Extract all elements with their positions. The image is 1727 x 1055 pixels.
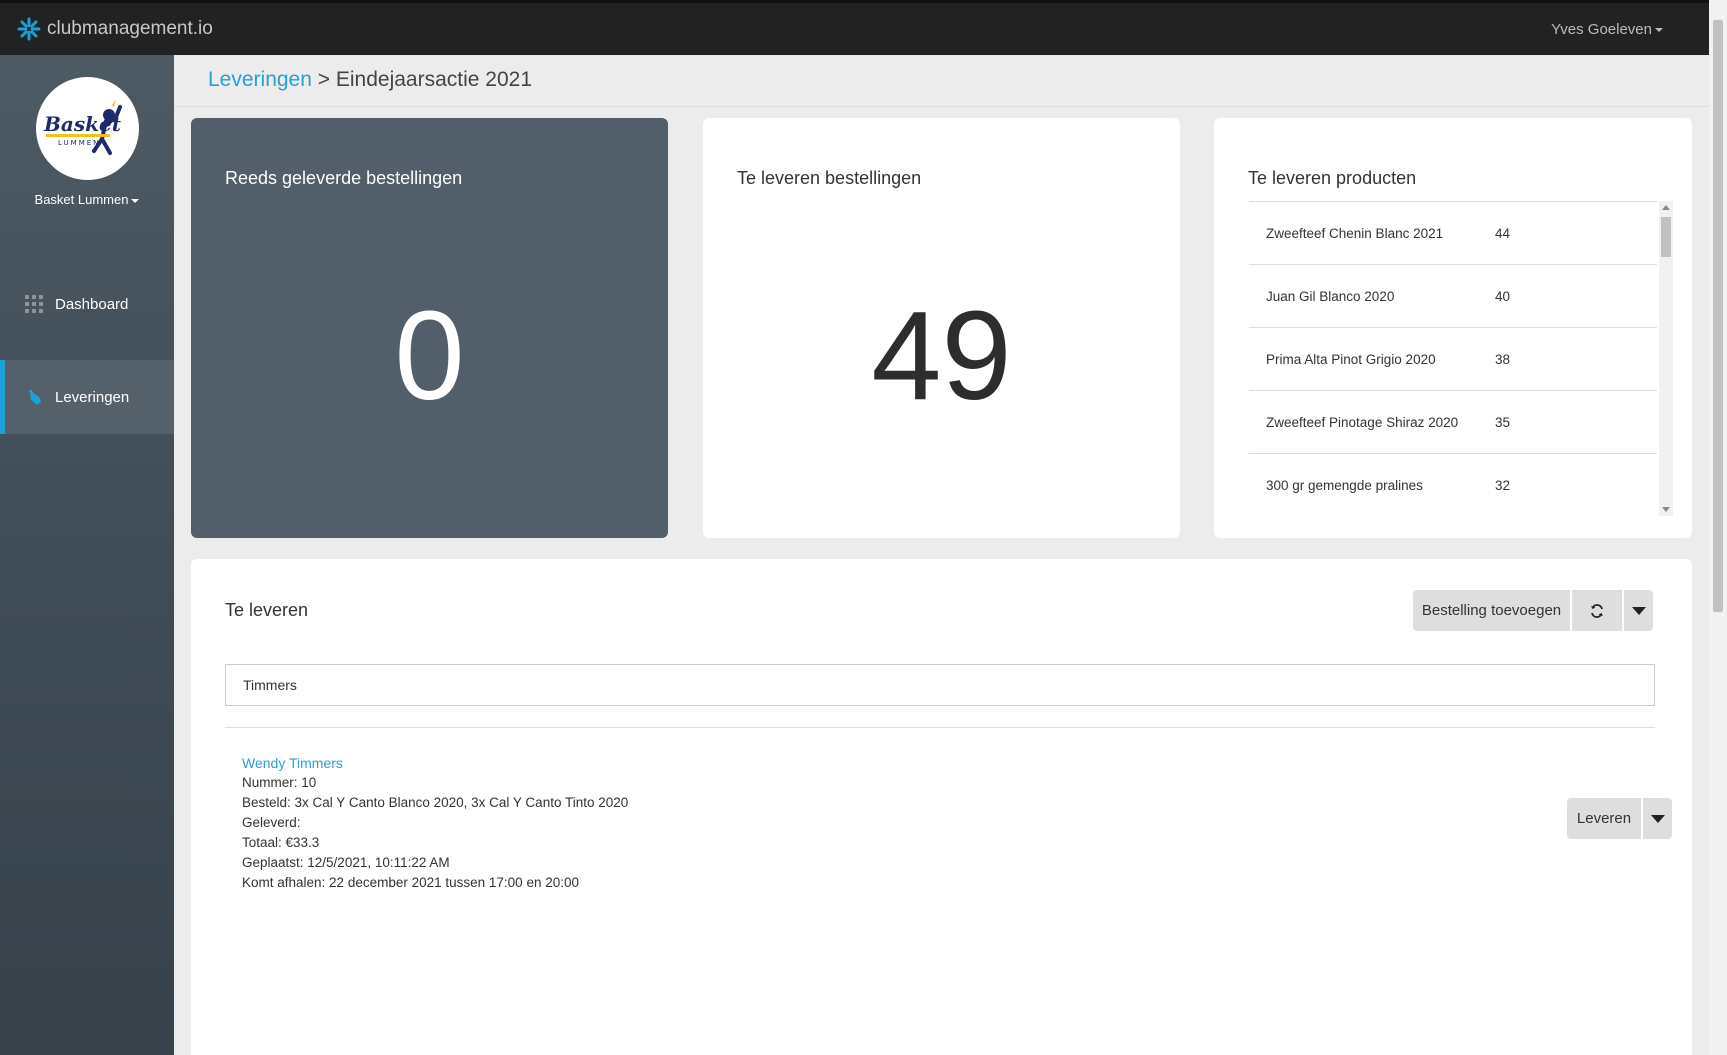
list-item: Zweefteef Pinotage Shiraz 2020 35 <box>1249 391 1657 454</box>
order-delivered: Geleverd: <box>242 815 301 830</box>
pending-orders-count: 49 <box>871 285 1012 426</box>
product-name: Prima Alta Pinot Grigio 2020 <box>1266 351 1436 367</box>
user-name: Yves Goeleven <box>1551 21 1652 38</box>
product-qty: 40 <box>1495 288 1511 304</box>
club-logo-image: Basket LUMMEN <box>43 99 122 155</box>
card-title: Te leveren bestellingen <box>737 168 922 188</box>
order-items: Besteld: 3x Cal Y Canto Blanco 2020, 3x … <box>242 795 629 810</box>
scroll-up-icon[interactable] <box>1662 205 1670 210</box>
chevron-down-icon <box>1631 606 1646 615</box>
product-name: Zweefteef Chenin Blanc 2021 <box>1266 225 1444 241</box>
list-divider <box>225 727 1655 728</box>
sidebar-item-leveringen[interactable]: Leveringen <box>0 360 174 434</box>
order-pickup: Komt afhalen: 22 december 2021 tussen 17… <box>242 875 579 890</box>
header-divider <box>174 106 1709 107</box>
list-item: Zweefteef Chenin Blanc 2021 44 <box>1249 202 1657 265</box>
deliver-button[interactable]: Leveren <box>1567 798 1641 839</box>
scroll-thumb[interactable] <box>1713 20 1723 612</box>
scroll-down-icon[interactable] <box>1662 507 1670 512</box>
brand[interactable]: clubmanagement.io <box>17 17 213 41</box>
list-item: Prima Alta Pinot Grigio 2020 38 <box>1249 328 1657 391</box>
product-qty: 35 <box>1495 414 1511 430</box>
product-qty: 44 <box>1495 225 1511 241</box>
club-selector[interactable]: Basket Lummen <box>0 192 174 207</box>
club-name: Basket Lummen <box>34 192 129 207</box>
panel-title: Te leveren <box>225 600 309 620</box>
list-item: 300 gr gemengde pralines 32 <box>1249 454 1657 516</box>
caret-down-icon <box>1655 27 1663 32</box>
list-item: Juan Gil Blanco 2020 40 <box>1249 265 1657 328</box>
order-number: Nummer: 10 <box>242 775 317 790</box>
caret-down-icon <box>131 198 140 203</box>
product-name: Zweefteef Pinotage Shiraz 2020 <box>1266 414 1459 430</box>
breadcrumb-link-leveringen[interactable]: Leveringen <box>208 68 312 91</box>
bottle-icon <box>28 389 42 405</box>
add-order-button[interactable]: Bestelling toevoegen <box>1413 590 1570 631</box>
scroll-thumb[interactable] <box>1661 217 1671 257</box>
product-qty: 32 <box>1495 477 1511 493</box>
club-logo[interactable]: Basket LUMMEN <box>36 77 139 180</box>
top-navbar: clubmanagement.io Yves Goeleven <box>0 0 1709 55</box>
more-options-button[interactable] <box>1624 590 1653 631</box>
breadcrumb: Leveringen > Eindejaarsactie 2021 <box>208 68 532 92</box>
order-item: Wendy Timmers Nummer: 10 Besteld: 3x Cal… <box>242 753 628 893</box>
product-name: Juan Gil Blanco 2020 <box>1266 288 1395 304</box>
logo-subword: LUMMEN <box>58 139 100 147</box>
pending-orders-card: Te leveren bestellingen 49 <box>703 118 1180 538</box>
window-scrollbar[interactable] <box>1709 0 1727 1055</box>
sidebar-item-label: Dashboard <box>55 295 129 313</box>
product-list[interactable]: Zweefteef Chenin Blanc 2021 44 Juan Gil … <box>1249 201 1657 516</box>
product-qty: 38 <box>1495 351 1511 367</box>
brand-logo-icon <box>17 17 41 41</box>
product-list-scrollbar[interactable] <box>1659 201 1673 516</box>
order-total: Totaal: €33.3 <box>242 835 320 850</box>
chevron-down-icon <box>1650 814 1665 823</box>
search-input[interactable] <box>225 664 1655 706</box>
brand-name: clubmanagement.io <box>47 18 213 39</box>
sidebar-item-dashboard[interactable]: Dashboard <box>0 267 174 341</box>
card-title: Te leveren producten <box>1248 168 1417 188</box>
refresh-button[interactable] <box>1572 590 1622 631</box>
breadcrumb-separator: > <box>311 68 336 91</box>
card-title: Reeds geleverde bestellingen <box>225 168 463 188</box>
product-name: 300 gr gemengde pralines <box>1266 477 1423 493</box>
pending-products-card: Te leveren producten Zweefteef Chenin Bl… <box>1214 118 1692 538</box>
refresh-icon <box>1591 603 1603 618</box>
sidebar: Basket LUMMEN Basket Lummen Dashboard Le… <box>0 55 174 1055</box>
user-menu[interactable]: Yves Goeleven <box>1551 21 1663 38</box>
logo-word: Basket <box>43 112 122 136</box>
order-placed: Geplaatst: 12/5/2021, 10:11:22 AM <box>242 855 450 870</box>
deliver-options-button[interactable] <box>1643 798 1672 839</box>
delivered-orders-count: 0 <box>394 285 465 426</box>
delivered-orders-card: Reeds geleverde bestellingen 0 <box>191 118 668 538</box>
grid-icon <box>25 295 43 313</box>
customer-link[interactable]: Wendy Timmers <box>242 753 628 773</box>
pending-deliveries-panel: Te leveren Bestelling toevoegen Wendy Ti… <box>191 559 1692 1055</box>
sidebar-item-label: Leveringen <box>55 388 130 406</box>
breadcrumb-current: Eindejaarsactie 2021 <box>335 68 532 91</box>
